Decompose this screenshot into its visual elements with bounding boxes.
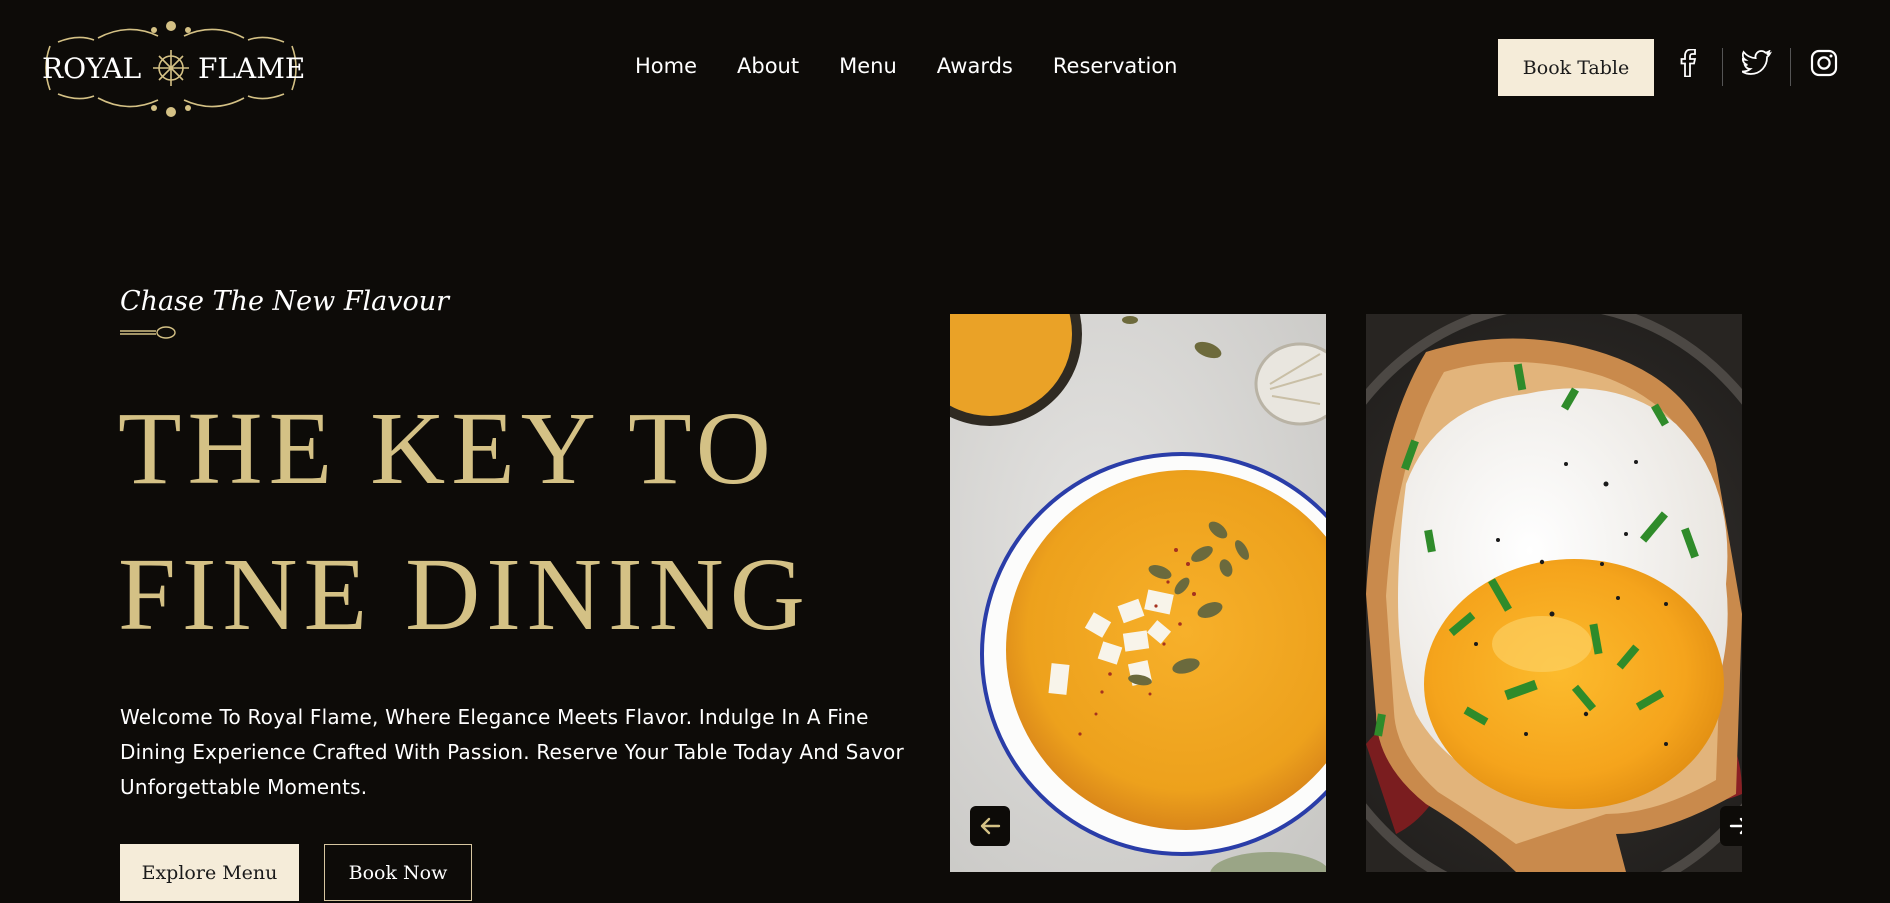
gallery-image-soup — [950, 314, 1326, 872]
spoon-icon — [120, 326, 176, 339]
hero-tagline: Chase The New Flavour — [120, 286, 450, 317]
main-nav: Home About Menu Awards Reservation — [635, 54, 1217, 78]
instagram-icon[interactable] — [1807, 46, 1841, 80]
twitter-icon[interactable] — [1740, 46, 1774, 80]
brand-name-right: FLAME — [198, 52, 304, 85]
arrow-right-icon[interactable] — [1720, 806, 1742, 846]
gallery-image-egg — [1366, 314, 1742, 872]
headline-line-1: THE KEY TO — [118, 391, 777, 506]
hero-headline: THE KEY TO FINE DINING — [118, 376, 811, 668]
nav-menu[interactable]: Menu — [839, 54, 897, 78]
hero-description: Welcome To Royal Flame, Where Elegance M… — [120, 705, 904, 799]
explore-menu-button[interactable]: Explore Menu — [120, 844, 299, 901]
social-divider — [1790, 48, 1791, 86]
nav-home[interactable]: Home — [635, 54, 697, 78]
headline-line-2: FINE DINING — [118, 537, 811, 652]
brand-logo[interactable]: ROYAL FLAME — [38, 16, 304, 120]
book-now-button[interactable]: Book Now — [324, 844, 472, 901]
nav-awards[interactable]: Awards — [937, 54, 1013, 78]
arrow-left-icon[interactable] — [970, 806, 1010, 846]
facebook-icon[interactable] — [1672, 46, 1706, 80]
nav-reservation[interactable]: Reservation — [1053, 54, 1178, 78]
brand-name-left: ROYAL — [42, 52, 141, 85]
social-divider — [1722, 48, 1723, 86]
nav-about[interactable]: About — [737, 54, 799, 78]
book-table-button[interactable]: Book Table — [1498, 39, 1654, 96]
